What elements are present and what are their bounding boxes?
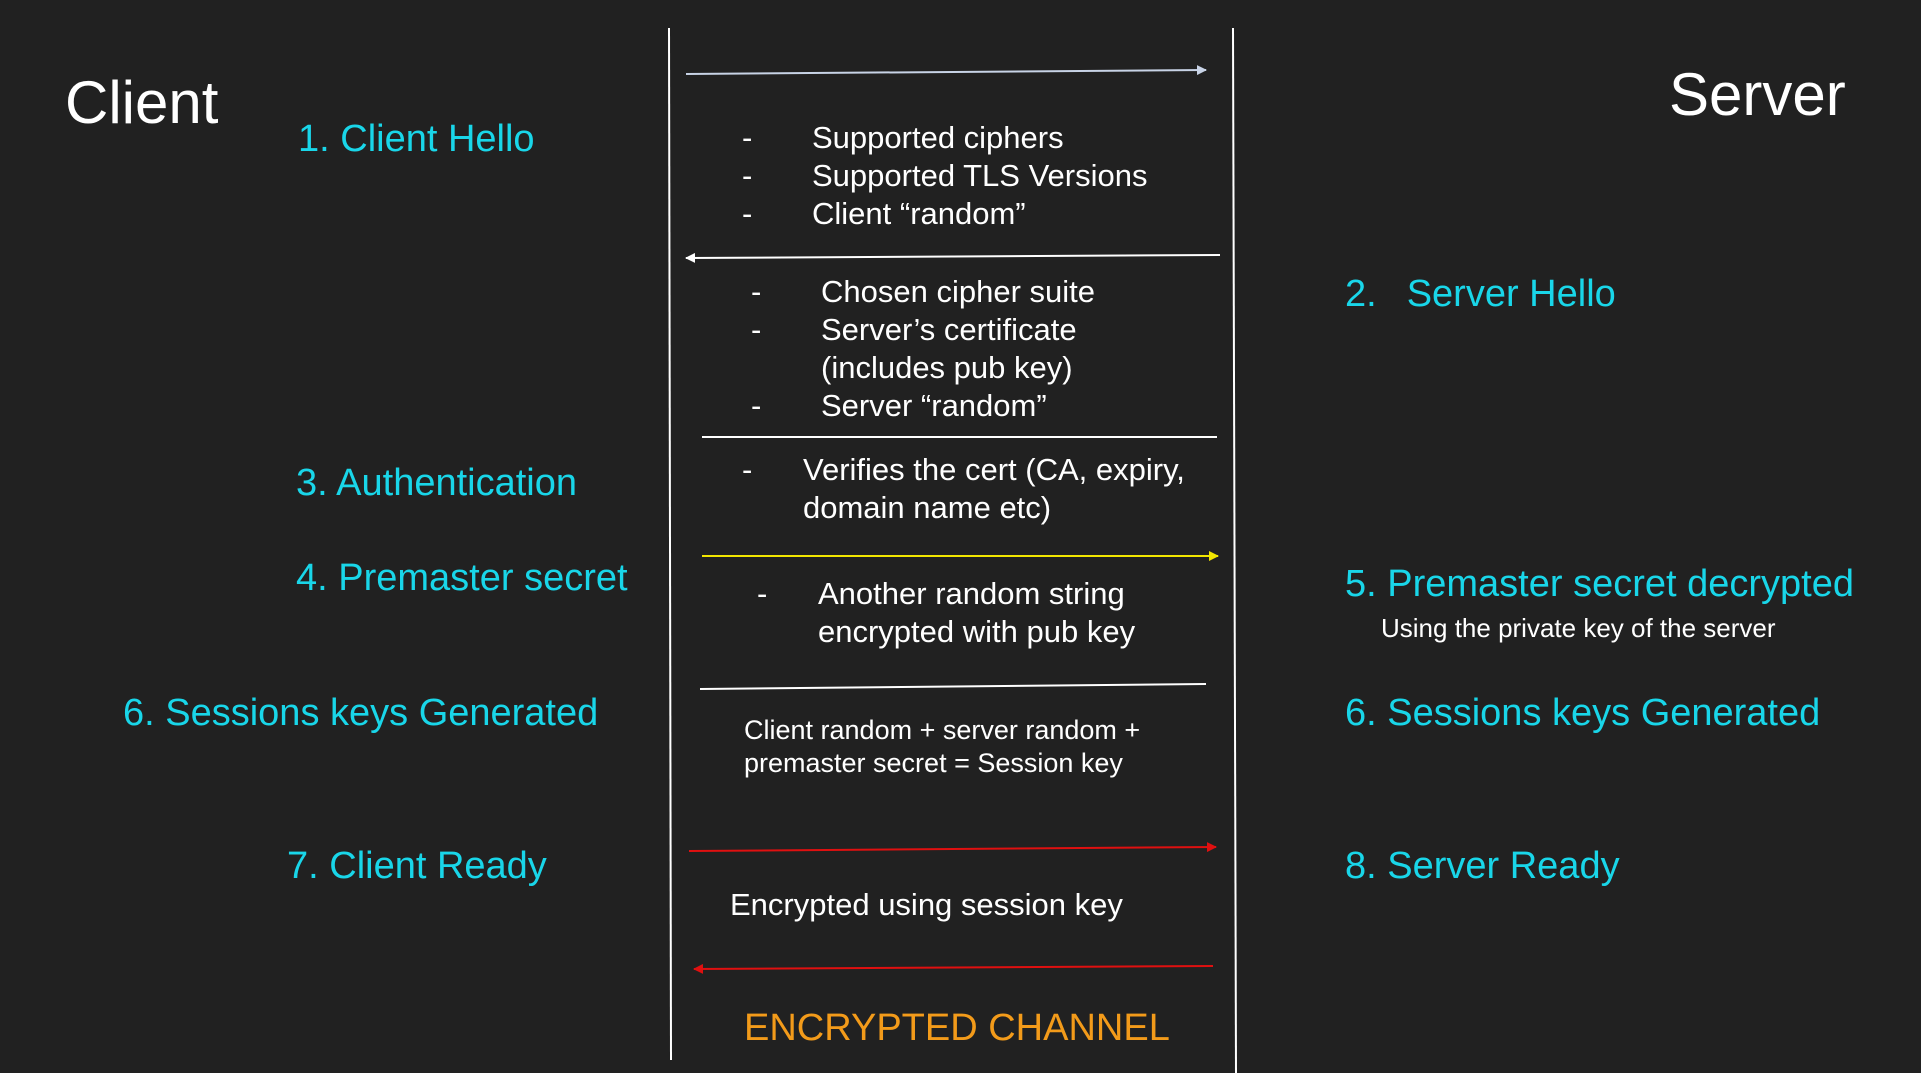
step-server-hello-label: Server Hello bbox=[1406, 273, 1616, 315]
step-server-ready: 8. Server Ready bbox=[1345, 845, 1620, 887]
list-item: Another random string bbox=[818, 576, 1125, 611]
server-hello-arrow bbox=[685, 252, 1221, 263]
step-client-hello: 1. Client Hello bbox=[298, 118, 535, 160]
list-item: Server “random” bbox=[821, 388, 1047, 423]
bullet-dash: - bbox=[742, 120, 753, 155]
encrypted-channel-label: ENCRYPTED CHANNEL bbox=[744, 1007, 1170, 1049]
session-key-formula: Client random + server random + premaste… bbox=[744, 714, 1140, 780]
step-premaster-decrypted: 5. Premaster secret decrypted bbox=[1345, 563, 1854, 605]
bullet-dash: - bbox=[751, 274, 762, 309]
step-server-session-keys: 6. Sessions keys Generated bbox=[1345, 692, 1821, 734]
client-lifeline bbox=[668, 27, 672, 1061]
list-item: Client “random” bbox=[812, 196, 1026, 231]
client-hello-details: - Supported ciphers - Supported TLS Versio… bbox=[742, 119, 1147, 233]
bullet-dash: - bbox=[751, 312, 762, 347]
step-premaster-decrypted-note: Using the private key of the server bbox=[1381, 613, 1776, 643]
authentication-details: - Verifies the cert (CA, expiry, domain n… bbox=[742, 451, 1185, 527]
list-item: Server’s certificate bbox=[821, 312, 1077, 347]
list-item: domain name etc) bbox=[803, 490, 1052, 525]
bullet-dash: - bbox=[751, 388, 762, 423]
step-authentication: 3. Authentication bbox=[296, 462, 577, 504]
client-hello-arrow bbox=[685, 65, 1207, 76]
premaster-details: - Another random string encrypted with pu… bbox=[757, 575, 1135, 651]
step-premaster-secret: 4. Premaster secret bbox=[296, 557, 628, 599]
list-item: Chosen cipher suite bbox=[821, 274, 1095, 309]
client-title: Client bbox=[65, 69, 219, 136]
list-item: Verifies the cert (CA, expiry, bbox=[803, 452, 1185, 487]
bullet-dash: - bbox=[742, 158, 753, 193]
server-ready-arrow bbox=[693, 963, 1214, 974]
bullet-dash: - bbox=[742, 452, 753, 487]
list-item: Supported TLS Versions bbox=[812, 158, 1148, 193]
encrypted-label: Encrypted using session key bbox=[730, 887, 1123, 922]
formula-line: Client random + server random + bbox=[744, 715, 1141, 745]
server-lifeline bbox=[1232, 27, 1237, 1073]
server-hello-details: - Chosen cipher suite - Server’s certifica… bbox=[751, 273, 1095, 425]
server-title: Server bbox=[1669, 61, 1846, 128]
bullet-dash: - bbox=[742, 196, 753, 231]
step-server-hello: 2. Server Hello bbox=[1345, 273, 1616, 316]
session-divider bbox=[699, 683, 1207, 690]
step-client-session-keys: 6. Sessions keys Generated bbox=[123, 692, 599, 734]
list-item: encrypted with pub key bbox=[818, 614, 1136, 649]
bullet-dash: - bbox=[757, 576, 768, 611]
list-item: (includes pub key) bbox=[821, 350, 1073, 385]
list-item: Supported ciphers bbox=[812, 120, 1064, 155]
formula-line: premaster secret = Session key bbox=[744, 748, 1123, 778]
step-client-ready: 7. Client Ready bbox=[287, 845, 547, 887]
client-ready-arrow bbox=[688, 842, 1217, 853]
step-server-hello-number: 2. bbox=[1345, 273, 1377, 315]
